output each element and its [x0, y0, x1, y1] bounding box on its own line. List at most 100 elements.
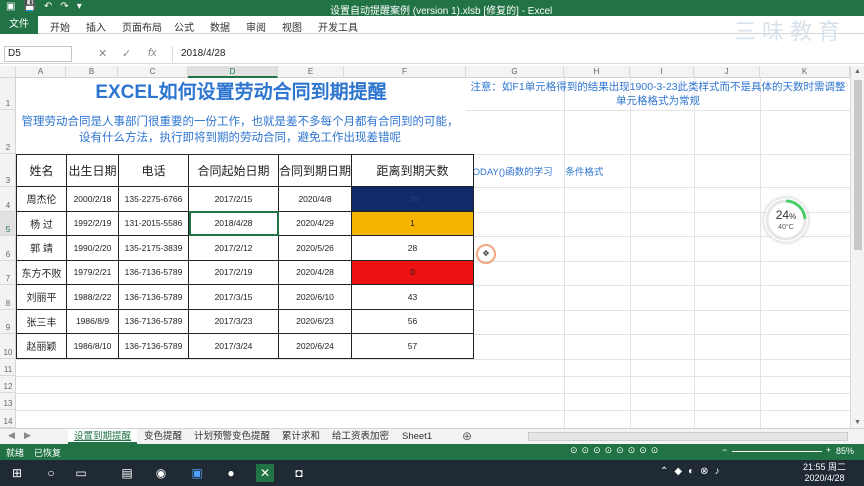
- header-cell-name[interactable]: 姓名: [16, 154, 67, 187]
- column-header[interactable]: B: [66, 66, 118, 78]
- cell-start[interactable]: 2017/3/24: [188, 333, 279, 359]
- cell-name[interactable]: 赵丽颖: [16, 333, 67, 359]
- today-function-link[interactable]: TODAY()函数的学习: [467, 167, 553, 178]
- cell-days[interactable]: 0: [351, 259, 475, 285]
- tab-file[interactable]: 文件: [0, 16, 38, 34]
- cell-birth[interactable]: 1979/2/21: [66, 259, 119, 285]
- cell-name[interactable]: 郭 靖: [16, 235, 67, 261]
- cell-days[interactable]: 1: [351, 210, 475, 236]
- zoom-minus-icon[interactable]: −: [722, 445, 727, 455]
- cell-birth[interactable]: 1992/2/19: [66, 210, 119, 236]
- vertical-scrollbar[interactable]: ▲ ▼: [850, 66, 864, 428]
- row-header[interactable]: 11: [0, 359, 16, 376]
- cell-days[interactable]: -20: [351, 186, 475, 212]
- zoom-level[interactable]: 85%: [836, 446, 854, 456]
- system-tray-icons[interactable]: ⌃◆◐⊗♪: [660, 466, 726, 477]
- cancel-icon[interactable]: ✕: [98, 47, 107, 60]
- tab-review[interactable]: 审阅: [246, 19, 266, 34]
- cell-name[interactable]: 张三丰: [16, 308, 67, 334]
- cell-end[interactable]: 2020/6/10: [277, 284, 353, 310]
- cell-phone[interactable]: 136-7136-5789: [118, 333, 189, 359]
- description-cell[interactable]: 管理劳动合同是人事部门很重要的一份工作，也就是差不多每个月都有合同到的可能，设有…: [16, 110, 466, 154]
- scroll-up-icon[interactable]: ▲: [854, 68, 861, 75]
- app-icon[interactable]: ●: [222, 464, 240, 482]
- column-header[interactable]: E: [278, 66, 344, 78]
- undo-icon[interactable]: ↶: [44, 1, 52, 12]
- formula-input[interactable]: 2018/4/28: [172, 46, 858, 62]
- customize-icon[interactable]: ▾: [77, 1, 82, 12]
- column-header[interactable]: F: [344, 66, 466, 78]
- column-header[interactable]: A: [16, 66, 66, 78]
- cell-phone[interactable]: 136-7136-5789: [118, 308, 189, 334]
- tab-insert[interactable]: 插入: [86, 19, 106, 34]
- note-cell[interactable]: 注意：如F1单元格得到的结果出现1900-3-23此类样式而不是具体的天数时需调…: [466, 78, 850, 110]
- row-header[interactable]: 7: [0, 261, 16, 285]
- cell-end[interactable]: 2020/4/29: [277, 210, 353, 236]
- cell-phone[interactable]: 135-2175-3839: [118, 235, 189, 261]
- cell-end[interactable]: 2020/6/23: [277, 308, 353, 334]
- zoom-slider[interactable]: [732, 451, 822, 452]
- cell-start[interactable]: 2017/3/15: [188, 284, 279, 310]
- cell-name[interactable]: 周杰伦: [16, 186, 67, 212]
- horizontal-scrollbar[interactable]: [528, 432, 848, 441]
- excel-taskbar-icon[interactable]: ✕: [256, 464, 274, 482]
- cell-days[interactable]: 56: [351, 308, 475, 334]
- sheet-title-cell[interactable]: EXCEL如何设置劳动合同到期提醒: [16, 78, 466, 110]
- search-icon[interactable]: ○: [42, 464, 60, 482]
- task-view-icon[interactable]: ▭: [72, 464, 90, 482]
- cell-name[interactable]: 东方不败: [16, 259, 67, 285]
- column-header[interactable]: G: [466, 66, 564, 78]
- cell-phone[interactable]: 135-2275-6766: [118, 186, 189, 212]
- taskbar-clock[interactable]: 21:55 周二 2020/4/28: [803, 462, 846, 484]
- sheet-tab-plan-warning[interactable]: 计划预警变色提醒: [188, 429, 276, 444]
- cell-start[interactable]: 2017/3/23: [188, 308, 279, 334]
- row-header[interactable]: 5: [0, 211, 16, 236]
- select-all-corner[interactable]: [0, 66, 16, 78]
- cell-days[interactable]: 28: [351, 235, 475, 261]
- row-header[interactable]: 10: [0, 334, 16, 359]
- sheet-tab-sheet1[interactable]: Sheet1: [396, 429, 438, 444]
- cell-birth[interactable]: 1986/8/10: [66, 333, 119, 359]
- cell-birth[interactable]: 1990/2/20: [66, 235, 119, 261]
- tab-page-layout[interactable]: 页面布局: [122, 19, 162, 34]
- cell-phone[interactable]: 136-7136-5789: [118, 259, 189, 285]
- tab-scroll-left-icon[interactable]: ◀: [8, 430, 15, 441]
- cell-phone[interactable]: 131-2015-5586: [118, 210, 189, 236]
- cell-end[interactable]: 2020/4/8: [277, 186, 353, 212]
- cell-start[interactable]: 2017/2/15: [188, 186, 279, 212]
- row-header[interactable]: 14: [0, 410, 16, 428]
- cell-birth[interactable]: 1988/2/22: [66, 284, 119, 310]
- cell-start[interactable]: 2017/2/12: [188, 235, 279, 261]
- zoom-plus-icon[interactable]: +: [826, 445, 831, 455]
- tab-data[interactable]: 数据: [210, 19, 230, 34]
- column-header[interactable]: I: [630, 66, 694, 78]
- cell-end[interactable]: 2020/5/26: [277, 235, 353, 261]
- cell-start[interactable]: 2017/2/19: [188, 259, 279, 285]
- cell-name[interactable]: 刘丽平: [16, 284, 67, 310]
- tab-developer[interactable]: 开发工具: [318, 19, 358, 34]
- name-box[interactable]: D5: [4, 46, 72, 62]
- header-cell-phone[interactable]: 电话: [118, 154, 189, 187]
- cell-end[interactable]: 2020/4/28: [277, 259, 353, 285]
- row-header[interactable]: 2: [0, 110, 16, 154]
- row-header[interactable]: 1: [0, 78, 16, 110]
- camera-icon[interactable]: ◘: [290, 464, 308, 482]
- column-header[interactable]: C: [118, 66, 188, 78]
- tab-formulas[interactable]: 公式: [174, 19, 194, 34]
- header-cell-birth[interactable]: 出生日期: [66, 154, 119, 187]
- cell-days[interactable]: 57: [351, 333, 475, 359]
- column-header[interactable]: J: [694, 66, 760, 78]
- cell-days[interactable]: 43: [351, 284, 475, 310]
- photoshop-icon[interactable]: ▣: [188, 464, 206, 482]
- row-header[interactable]: 9: [0, 310, 16, 334]
- column-header[interactable]: H: [564, 66, 630, 78]
- scroll-down-icon[interactable]: ▼: [854, 419, 861, 426]
- sheet-tab-color-reminder[interactable]: 变色提醒: [138, 429, 188, 444]
- tab-scroll-right-icon[interactable]: ▶: [24, 430, 31, 441]
- conditional-format-link[interactable]: 条件格式: [565, 167, 603, 178]
- cell-phone[interactable]: 136-7136-5789: [118, 284, 189, 310]
- cell-end[interactable]: 2020/6/24: [277, 333, 353, 359]
- row-header[interactable]: 12: [0, 376, 16, 393]
- row-header[interactable]: 6: [0, 236, 16, 261]
- cell-start[interactable]: 2018/4/28: [188, 210, 279, 236]
